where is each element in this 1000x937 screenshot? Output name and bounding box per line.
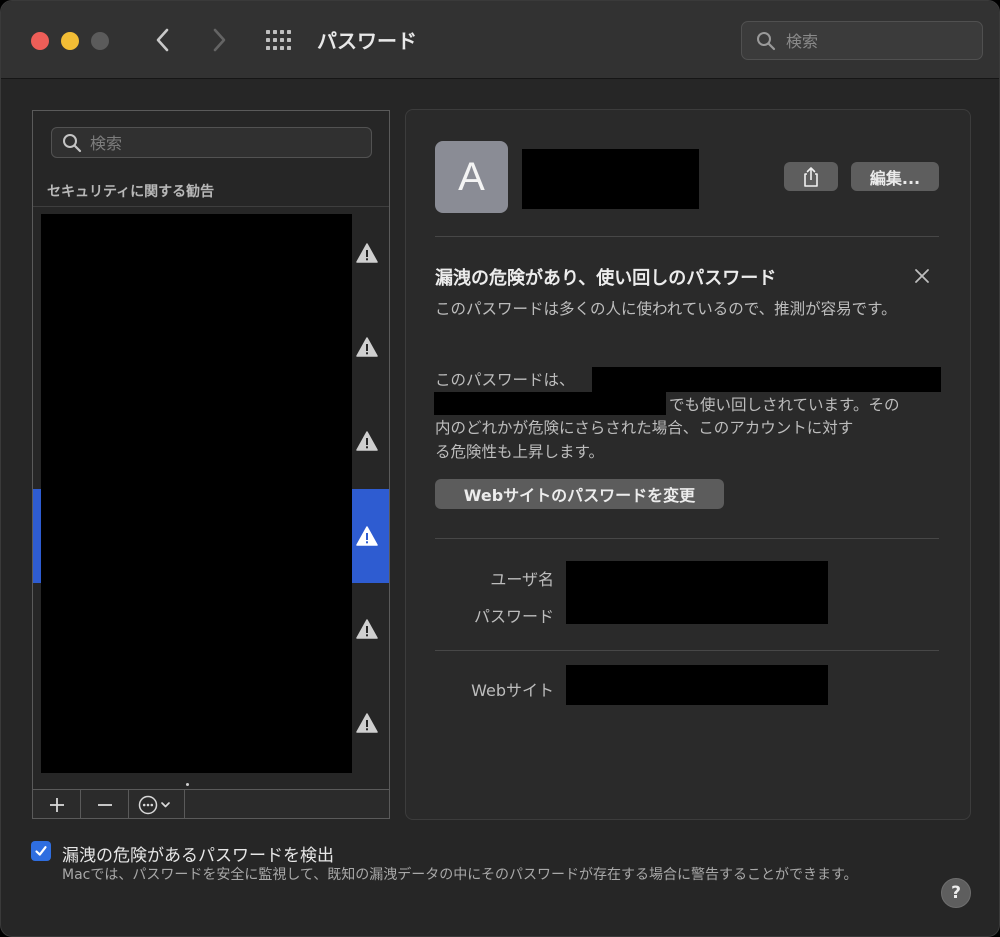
- search-icon: [757, 32, 776, 51]
- toolbar-search-input[interactable]: [786, 29, 966, 53]
- warning-icon: [356, 713, 378, 733]
- warning-description: このパスワードは多くの人に使われているので、推測が容易です。: [435, 300, 897, 318]
- divider: [435, 538, 939, 539]
- redacted-site-list: [592, 367, 941, 392]
- forward-button[interactable]: [201, 23, 237, 57]
- more-actions-button[interactable]: [129, 790, 185, 819]
- password-list-panel: セキュリティに関する勧告: [32, 110, 390, 819]
- list-bottom-bar: [33, 789, 389, 819]
- scroll-indicator: [186, 783, 189, 786]
- help-button[interactable]: ?: [941, 878, 971, 908]
- remove-password-button[interactable]: [81, 790, 129, 819]
- detect-compromised-checkbox[interactable]: [31, 841, 51, 861]
- close-window-button[interactable]: [31, 32, 49, 50]
- reuse-text-line-2: でも使い回しされています。その: [669, 396, 900, 414]
- passwords-window: パスワード セキュリティに関する勧告: [0, 0, 1000, 937]
- website-label: Webサイト: [471, 681, 554, 700]
- plus-icon: [49, 797, 64, 812]
- redacted-account-title: [522, 149, 699, 209]
- zoom-window-button[interactable]: [91, 32, 109, 50]
- checkmark-icon: [35, 846, 47, 856]
- divider: [435, 236, 939, 237]
- password-detail-panel: A 編集... 漏洩の危険があり、使い回しのパスワード このパスワードは多くの人…: [405, 109, 971, 820]
- redacted-site-list: [434, 392, 666, 415]
- close-icon: [915, 269, 929, 283]
- password-list[interactable]: [33, 207, 389, 791]
- account-avatar: A: [435, 141, 508, 213]
- username-label: ユーザ名: [490, 570, 554, 589]
- security-recommendations-header: セキュリティに関する勧告: [47, 184, 215, 200]
- title-bar: パスワード: [1, 1, 999, 79]
- dismiss-warning-button[interactable]: [912, 266, 932, 286]
- sidebar-search[interactable]: [51, 127, 372, 158]
- change-password-on-website-button[interactable]: Webサイトのパスワードを変更: [435, 479, 724, 509]
- detect-compromised-label[interactable]: 漏洩の危険があるパスワードを検出: [62, 841, 334, 866]
- toolbar-search[interactable]: [741, 21, 983, 60]
- chevron-right-icon: [213, 28, 226, 52]
- warning-icon: [356, 619, 378, 639]
- warning-icon: [356, 243, 378, 263]
- warning-icon: [356, 526, 378, 546]
- detect-compromised-description: Macでは、パスワードを安全に監視して、既知の漏洩データの中にそのパスワードが存…: [62, 867, 858, 883]
- chevron-left-icon: [156, 28, 169, 52]
- search-icon: [63, 134, 82, 153]
- minimize-window-button[interactable]: [61, 32, 79, 50]
- back-button[interactable]: [145, 23, 181, 57]
- grid-icon: [266, 30, 291, 50]
- ellipsis-circle-icon: [138, 795, 170, 814]
- reuse-text-line-3: 内のどれかが危険にさらされた場合、このアカウントに対す: [435, 419, 854, 437]
- redacted-website[interactable]: [566, 665, 828, 705]
- share-icon: [804, 166, 818, 187]
- reuse-text-line-4: る危険性も上昇します。: [435, 443, 604, 461]
- show-all-button[interactable]: [263, 27, 295, 53]
- redacted-credentials[interactable]: [566, 561, 828, 624]
- warning-title: 漏洩の危険があり、使い回しのパスワード: [435, 268, 777, 289]
- password-label: パスワード: [473, 607, 554, 626]
- minus-icon: [97, 803, 112, 806]
- warning-icon: [356, 431, 378, 451]
- add-password-button[interactable]: [33, 790, 81, 819]
- redacted-list-content: [41, 214, 352, 773]
- divider: [435, 650, 939, 651]
- selection-highlight: [33, 489, 41, 583]
- share-button[interactable]: [784, 162, 838, 191]
- sidebar-search-input[interactable]: [90, 132, 360, 154]
- reuse-text-line-1: このパスワードは、: [435, 371, 575, 389]
- window-title: パスワード: [317, 29, 417, 53]
- edit-button[interactable]: 編集...: [851, 162, 939, 191]
- warning-icon: [356, 337, 378, 357]
